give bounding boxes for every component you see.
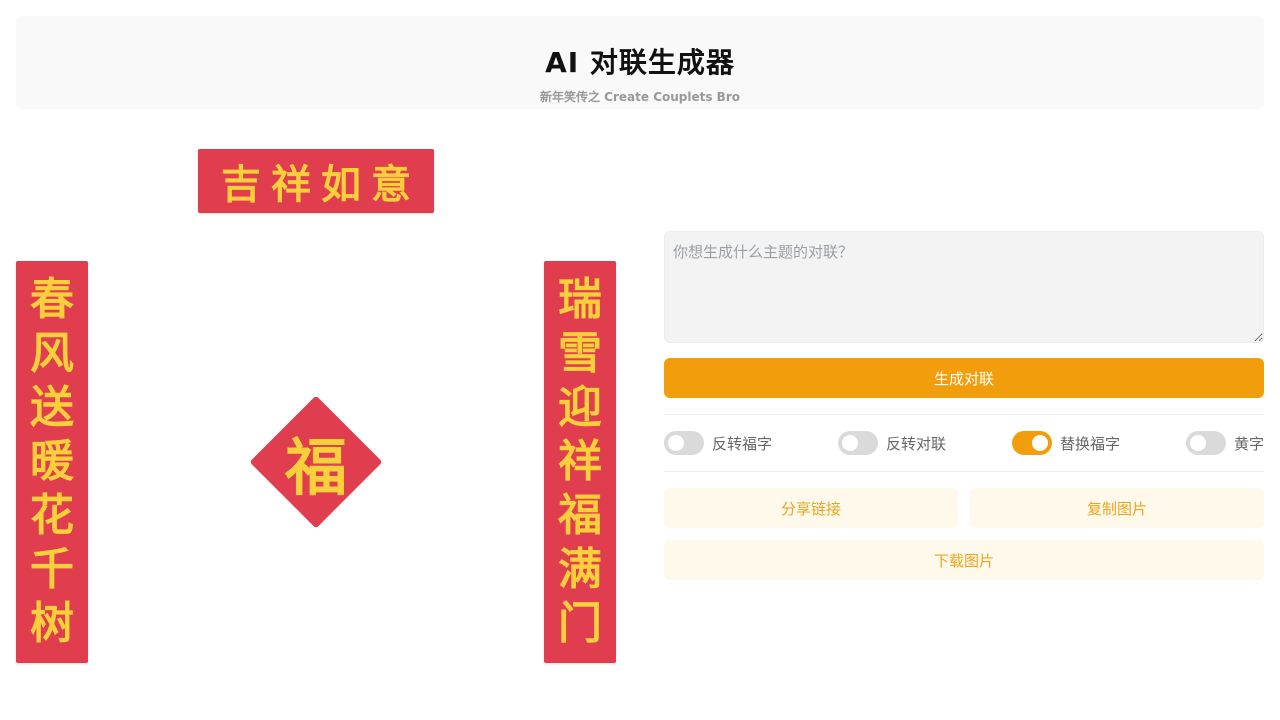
couplet-char: 风 xyxy=(30,328,74,379)
page-subtitle: 新年笑传之 Create Couplets Bro xyxy=(540,90,740,104)
toggle-switch[interactable] xyxy=(1011,431,1052,455)
fu-character: 福 xyxy=(284,431,347,504)
toggle-replace-fu[interactable]: 替换福字 xyxy=(1011,431,1120,455)
generate-couplet-button[interactable]: 生成对联 xyxy=(664,358,1264,398)
couplet-char: 祥 xyxy=(558,436,602,487)
couplet-char: 瑞 xyxy=(558,274,602,325)
options-toggles: 反转福字 反转对联 替换福字 黄字 xyxy=(664,429,1264,457)
page-title: AI 对联生成器 xyxy=(545,46,735,79)
toggle-reverse-couplet[interactable]: 反转对联 xyxy=(837,431,946,455)
toggle-yellow-text[interactable]: 黄字 xyxy=(1185,431,1264,455)
horizontal-scroll: 吉祥如意 xyxy=(198,149,434,213)
toggle-label: 反转对联 xyxy=(885,434,946,453)
divider xyxy=(664,414,1264,415)
toggle-switch[interactable] xyxy=(837,431,878,455)
couplet-char: 千 xyxy=(30,544,74,595)
app-header: AI 对联生成器 新年笑传之 Create Couplets Bro xyxy=(16,16,1264,109)
couplet-char: 花 xyxy=(30,490,74,541)
theme-prompt-input[interactable] xyxy=(664,231,1264,343)
toggle-knob xyxy=(1031,435,1048,451)
share-link-button[interactable]: 分享链接 xyxy=(664,488,958,528)
couplet-char: 福 xyxy=(558,490,602,541)
couplet-char: 门 xyxy=(558,598,602,649)
toggle-switch[interactable] xyxy=(664,431,704,455)
right-couplet: 瑞 雪 迎 祥 福 满 门 xyxy=(544,261,616,663)
couplet-char: 暖 xyxy=(30,436,74,487)
fu-diamond: 福 xyxy=(249,395,383,529)
couplet-char: 送 xyxy=(30,382,74,433)
toggle-knob xyxy=(1189,435,1206,451)
divider xyxy=(664,471,1264,472)
toggle-knob xyxy=(841,435,858,451)
copy-image-button[interactable]: 复制图片 xyxy=(970,488,1264,528)
left-couplet: 春 风 送 暖 花 千 树 xyxy=(16,261,88,663)
couplet-char: 春 xyxy=(30,274,74,325)
toggle-switch[interactable] xyxy=(1185,431,1226,455)
couplet-char: 迎 xyxy=(558,382,602,433)
couplet-char: 满 xyxy=(558,544,602,595)
toggle-label: 黄字 xyxy=(1233,434,1264,453)
download-image-button[interactable]: 下载图片 xyxy=(664,540,1264,580)
toggle-label: 替换福字 xyxy=(1059,434,1120,453)
toggle-reverse-fu[interactable]: 反转福字 xyxy=(664,431,772,455)
toggle-knob xyxy=(668,435,684,451)
couplet-char: 雪 xyxy=(558,328,602,379)
couplet-char: 树 xyxy=(30,598,74,649)
toggle-label: 反转福字 xyxy=(712,434,773,453)
